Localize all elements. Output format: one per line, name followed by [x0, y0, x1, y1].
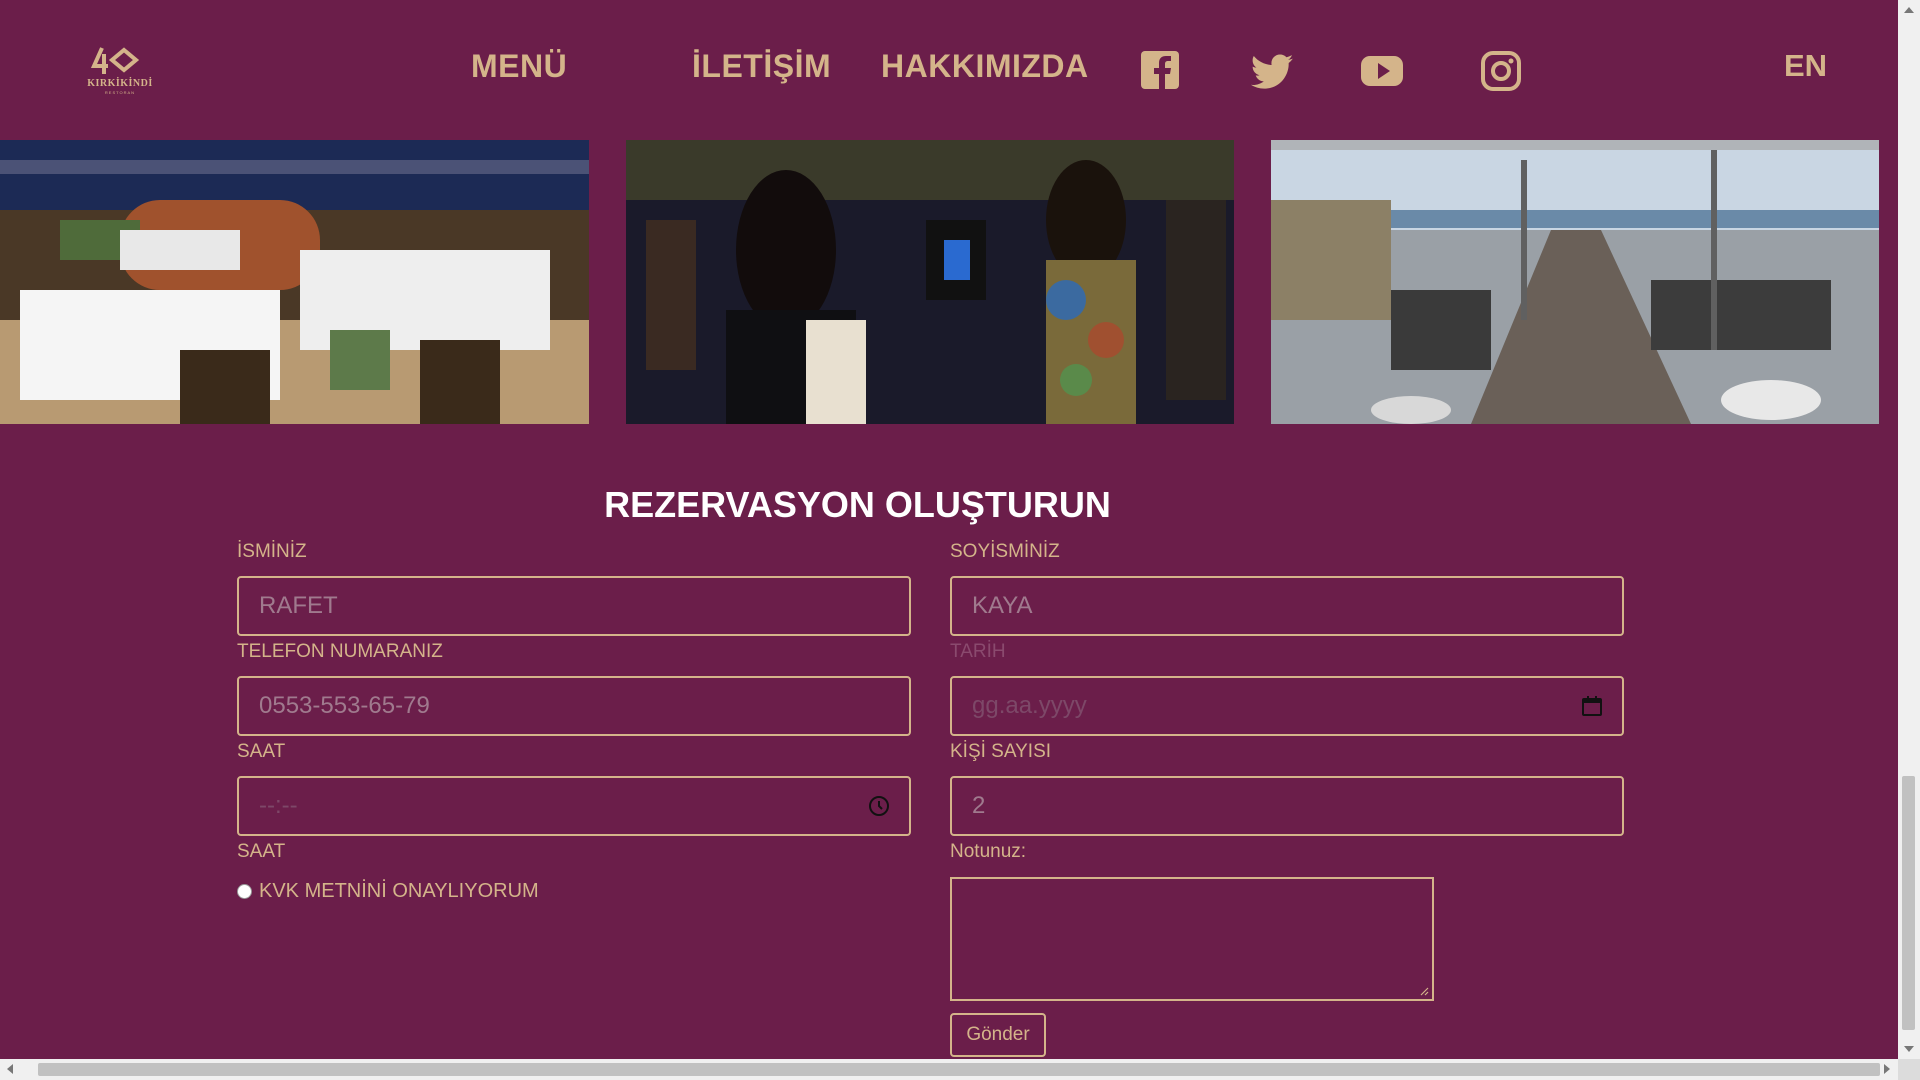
live-music-photo [626, 140, 1234, 424]
submit-button[interactable]: Gönder [950, 1013, 1046, 1057]
note-field[interactable] [950, 877, 1436, 1003]
time-field[interactable] [237, 776, 911, 836]
last-name-field[interactable] [950, 576, 1624, 636]
time-label: SAAT [237, 741, 286, 762]
calendar-icon[interactable] [1580, 694, 1604, 718]
nav-about[interactable]: HAKKIMIZDA [881, 48, 1089, 85]
youtube-icon[interactable] [1359, 48, 1405, 94]
first-name-label: İSMİNİZ [237, 541, 307, 562]
phone-field[interactable] [237, 676, 911, 736]
nav-contact[interactable]: İLETİŞİM [692, 48, 831, 85]
first-name-field[interactable] [237, 576, 911, 636]
logo[interactable]: KIRKİKİNDİ RESTORAN [80, 44, 160, 96]
twitter-icon[interactable] [1249, 48, 1295, 94]
logo-text: KIRKİKİNDİ [87, 78, 153, 89]
kvk-radio[interactable] [237, 884, 252, 899]
logo-subtext: RESTORAN [104, 90, 136, 95]
date-label: TARİH [950, 641, 1006, 662]
date-input[interactable] [952, 678, 1622, 734]
last-name-label: SOYİSMİNİZ [950, 541, 1060, 562]
phone-label: TELEFON NUMARANIZ [237, 641, 443, 662]
instagram-icon[interactable] [1478, 48, 1524, 94]
scroll-left-icon[interactable] [7, 1064, 13, 1074]
scroll-up-icon[interactable] [1904, 7, 1914, 13]
scroll-down-icon[interactable] [1904, 1046, 1914, 1052]
first-name-input[interactable] [239, 578, 909, 634]
language-switch[interactable]: EN [1784, 48, 1827, 84]
kvk-label[interactable]: KVK METNİNİ ONAYLIYORUM [259, 880, 539, 903]
note-textarea[interactable] [952, 879, 1436, 1003]
guests-label: KİŞİ SAYISI [950, 741, 1052, 762]
scroll-right-icon[interactable] [1884, 1064, 1890, 1074]
guests-field[interactable] [950, 776, 1624, 836]
time-label-secondary: SAAT [237, 841, 286, 862]
terrace-view-photo [1271, 140, 1879, 424]
phone-input[interactable] [239, 678, 909, 734]
restaurant-interior-photo [0, 140, 589, 424]
form-title: REZERVASYON OLUŞTURUN [604, 484, 1111, 525]
resize-grip-icon[interactable] [1419, 986, 1429, 996]
nav-menu[interactable]: MENÜ [471, 48, 567, 85]
guests-input[interactable] [952, 778, 1622, 834]
page: KIRKİKİNDİ RESTORAN MENÜ İLETİŞİM HAKKIM… [0, 0, 1898, 1059]
clock-icon[interactable] [867, 794, 891, 818]
vertical-scroll-thumb[interactable] [1902, 776, 1915, 1030]
time-input[interactable] [239, 778, 909, 834]
horizontal-scrollbar[interactable] [0, 1059, 1898, 1080]
horizontal-scroll-thumb[interactable] [38, 1063, 1880, 1076]
scrollbar-corner [1898, 1059, 1920, 1080]
facebook-icon[interactable] [1138, 48, 1184, 94]
last-name-input[interactable] [952, 578, 1622, 634]
note-label: Notunuz: [950, 841, 1027, 862]
date-field[interactable] [950, 676, 1624, 736]
vertical-scrollbar[interactable] [1898, 0, 1920, 1059]
